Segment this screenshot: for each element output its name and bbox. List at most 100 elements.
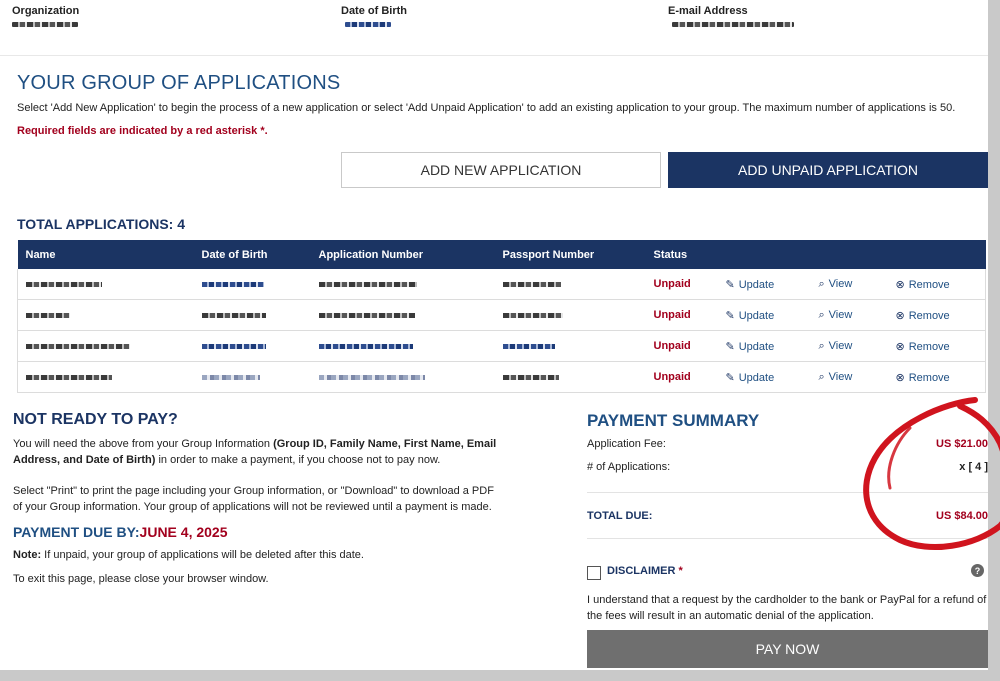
pencil-icon: ✎	[725, 340, 735, 353]
magnifier-icon: ⌕	[818, 370, 825, 383]
update-link[interactable]: ✎ Update	[717, 269, 811, 300]
redacted-name	[26, 312, 70, 318]
not-ready-text-end: in order to make a payment, if you choos…	[155, 454, 441, 466]
cell-dob	[193, 330, 311, 362]
x-circle-icon: ⊗	[895, 309, 905, 322]
redacted-passport-number	[502, 343, 555, 349]
exit-note: To exit this page, please close your bro…	[13, 573, 269, 585]
x-circle-icon: ⊗	[895, 278, 905, 291]
cell-dob	[193, 269, 311, 300]
table-row: Unpaid ✎ Update ⌕ View ⊗ Remove	[17, 299, 986, 331]
update-label: Update	[738, 278, 775, 291]
redacted-application-number	[318, 312, 415, 318]
disclaimer-label: DISCLAIMER *	[607, 565, 683, 577]
cell-name	[17, 330, 194, 362]
table-row: Unpaid ✎ Update ⌕ View ⊗ Remove	[17, 361, 986, 393]
col-remove	[887, 240, 986, 269]
pencil-icon: ✎	[725, 309, 735, 322]
table-row: Unpaid ✎ Update ⌕ View ⊗ Remove	[17, 330, 986, 362]
view-label: View	[828, 370, 853, 383]
redacted-dob	[201, 343, 266, 349]
view-link[interactable]: ⌕ View	[810, 269, 888, 300]
add-new-application-button[interactable]: ADD NEW APPLICATION	[341, 152, 661, 188]
note-text: If unpaid, your group of applications wi…	[41, 549, 364, 561]
update-link[interactable]: ✎ Update	[717, 299, 811, 331]
unpaid-note: Note: If unpaid, your group of applicati…	[13, 547, 364, 563]
update-label: Update	[738, 340, 775, 353]
pay-now-button[interactable]: PAY NOW	[587, 630, 988, 668]
redacted-passport-number	[502, 281, 561, 287]
remove-label: Remove	[908, 340, 950, 353]
update-link[interactable]: ✎ Update	[717, 361, 811, 393]
summary-divider-2	[587, 538, 988, 539]
applications-count-label: # of Applications:	[587, 461, 671, 473]
view-link[interactable]: ⌕ View	[810, 299, 888, 331]
application-fee-value: US $21.00	[936, 438, 988, 450]
magnifier-icon: ⌕	[818, 277, 825, 290]
redacted-dob	[201, 374, 260, 380]
redacted-dob	[345, 22, 391, 27]
not-ready-paragraph: You will need the above from your Group …	[13, 436, 498, 468]
cell-name	[17, 269, 194, 300]
remove-label: Remove	[908, 278, 950, 291]
cell-application-number	[310, 361, 495, 393]
group-instructions: Select 'Add New Application' to begin th…	[17, 102, 956, 114]
redacted-name	[26, 343, 130, 349]
cell-passport-number	[494, 269, 646, 300]
disclaimer-checkbox[interactable]	[587, 566, 601, 580]
disclaimer-label-text: DISCLAIMER	[607, 565, 676, 577]
cell-passport-number	[494, 361, 646, 393]
update-label: Update	[738, 309, 775, 322]
dob-label: Date of Birth	[341, 5, 407, 17]
not-ready-title: NOT READY TO PAY?	[13, 411, 178, 428]
cell-application-number	[310, 269, 495, 300]
remove-link[interactable]: ⊗ Remove	[887, 269, 986, 300]
redacted-dob	[201, 281, 264, 287]
view-link[interactable]: ⌕ View	[810, 330, 888, 362]
cell-dob	[193, 361, 311, 393]
remove-label: Remove	[908, 309, 950, 322]
not-ready-text-start: You will need the above from your Group …	[13, 438, 274, 450]
total-due-value: US $84.00	[936, 510, 988, 522]
status-badge: Unpaid	[645, 330, 718, 362]
cell-dob	[193, 299, 311, 331]
col-status: Status	[645, 240, 718, 269]
redacted-name	[26, 281, 102, 287]
print-download-note: Select "Print" to print the page includi…	[13, 485, 494, 513]
application-fee-label: Application Fee:	[587, 438, 666, 450]
remove-link[interactable]: ⊗ Remove	[887, 299, 986, 331]
summary-divider	[587, 492, 988, 493]
redacted-passport-number	[502, 312, 563, 318]
view-label: View	[828, 339, 853, 352]
note-label: Note:	[13, 549, 42, 561]
redacted-organization	[12, 22, 78, 27]
payment-due-date: JUNE 4, 2025	[139, 524, 228, 540]
remove-link[interactable]: ⊗ Remove	[887, 330, 986, 362]
col-name: Name	[17, 240, 194, 269]
view-link[interactable]: ⌕ View	[810, 361, 888, 393]
required-asterisk: *	[678, 565, 683, 577]
redacted-email	[672, 22, 794, 27]
col-application-number: Application Number	[310, 240, 495, 269]
view-label: View	[828, 308, 853, 321]
redacted-application-number	[318, 343, 413, 349]
header-divider	[0, 55, 988, 56]
magnifier-icon: ⌕	[818, 339, 825, 352]
applications-table: Name Date of Birth Application Number Pa…	[17, 240, 986, 393]
add-unpaid-application-button[interactable]: ADD UNPAID APPLICATION	[668, 152, 988, 188]
redacted-dob	[201, 312, 266, 318]
update-link[interactable]: ✎ Update	[717, 330, 811, 362]
col-dob: Date of Birth	[193, 240, 311, 269]
pencil-icon: ✎	[725, 371, 735, 384]
cell-application-number	[310, 330, 495, 362]
required-fields-note: Required fields are indicated by a red a…	[17, 125, 268, 137]
status-badge: Unpaid	[645, 299, 718, 331]
payment-due-label: PAYMENT DUE BY:	[13, 524, 140, 540]
x-circle-icon: ⊗	[895, 340, 905, 353]
organization-label: Organization	[12, 5, 80, 17]
pencil-icon: ✎	[725, 278, 735, 291]
question-circle-icon[interactable]: ?	[971, 564, 984, 577]
remove-link[interactable]: ⊗ Remove	[887, 361, 986, 393]
email-label: E-mail Address	[668, 5, 748, 17]
status-badge: Unpaid	[645, 361, 718, 393]
